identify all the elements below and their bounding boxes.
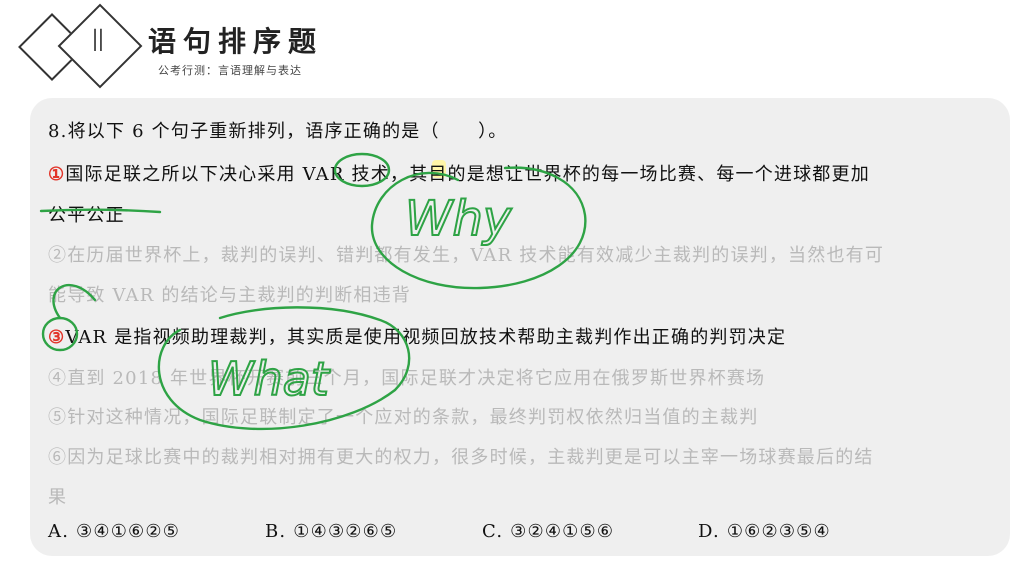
sentence-1-text: 国际足联之所以下决心采用 VAR 技术，其目的是想让世界杯的每一场比赛、每一个进…: [65, 164, 870, 185]
sentence-3-line-1: ③VAR 是指视频助理裁判，其实质是使用视频回放技术帮助主裁判作出正确的判罚决定: [48, 323, 786, 349]
sentence-3-marker: ③: [48, 327, 66, 348]
sentence-6-line-1: ⑥因为足球比赛中的裁判相对拥有更大的权力，很多时候，主裁判更是可以主宰一场球赛最…: [48, 447, 874, 468]
sentence-1-line-2: 公平公正: [48, 205, 125, 226]
header: Ⅱ 语句排序题 公考行测：言语理解与表达: [0, 0, 1035, 95]
page-subtitle: 公考行测：言语理解与表达: [158, 64, 302, 77]
question-stem: 8.将以下 6 个句子重新排列，语序正确的是（ ）。: [48, 121, 508, 142]
sentence-5-line-1: ⑤针对这种情况，国际足联制定了一个应对的条款，最终判罚权依然归当值的主裁判: [48, 407, 759, 428]
section-number: Ⅱ: [90, 24, 106, 59]
option-c[interactable]: C. ③②④①⑤⑥: [482, 521, 614, 542]
sentence-1-line-1: ①国际足联之所以下决心采用 VAR 技术，其目的是想让世界杯的每一场比赛、每一个…: [48, 160, 870, 186]
sentence-2-line-1: ②在历届世界杯上，裁判的误判、错判都有发生，VAR 技术能有效减少主裁判的误判，…: [48, 245, 885, 266]
page-title: 语句排序题: [148, 25, 324, 58]
option-d[interactable]: D. ①⑥②③⑤④: [698, 521, 831, 542]
sentence-3-text: VAR 是指视频助理裁判，其实质是使用视频回放技术帮助主裁判作出正确的判罚决定: [65, 327, 787, 348]
sentence-2-line-2: 能导致 VAR 的结论与主裁判的判断相违背: [48, 285, 411, 306]
option-a[interactable]: A. ③④①⑥②⑤: [48, 521, 180, 542]
sentence-4-line-1: ④直到 2018 年世界杯开赛前三个月，国际足联才决定将它应用在俄罗斯世界杯赛场: [48, 368, 766, 389]
option-b[interactable]: B. ①④③②⑥⑤: [265, 521, 397, 542]
sentence-6-line-2: 果: [48, 487, 68, 508]
sentence-1-marker: ①: [48, 164, 66, 185]
